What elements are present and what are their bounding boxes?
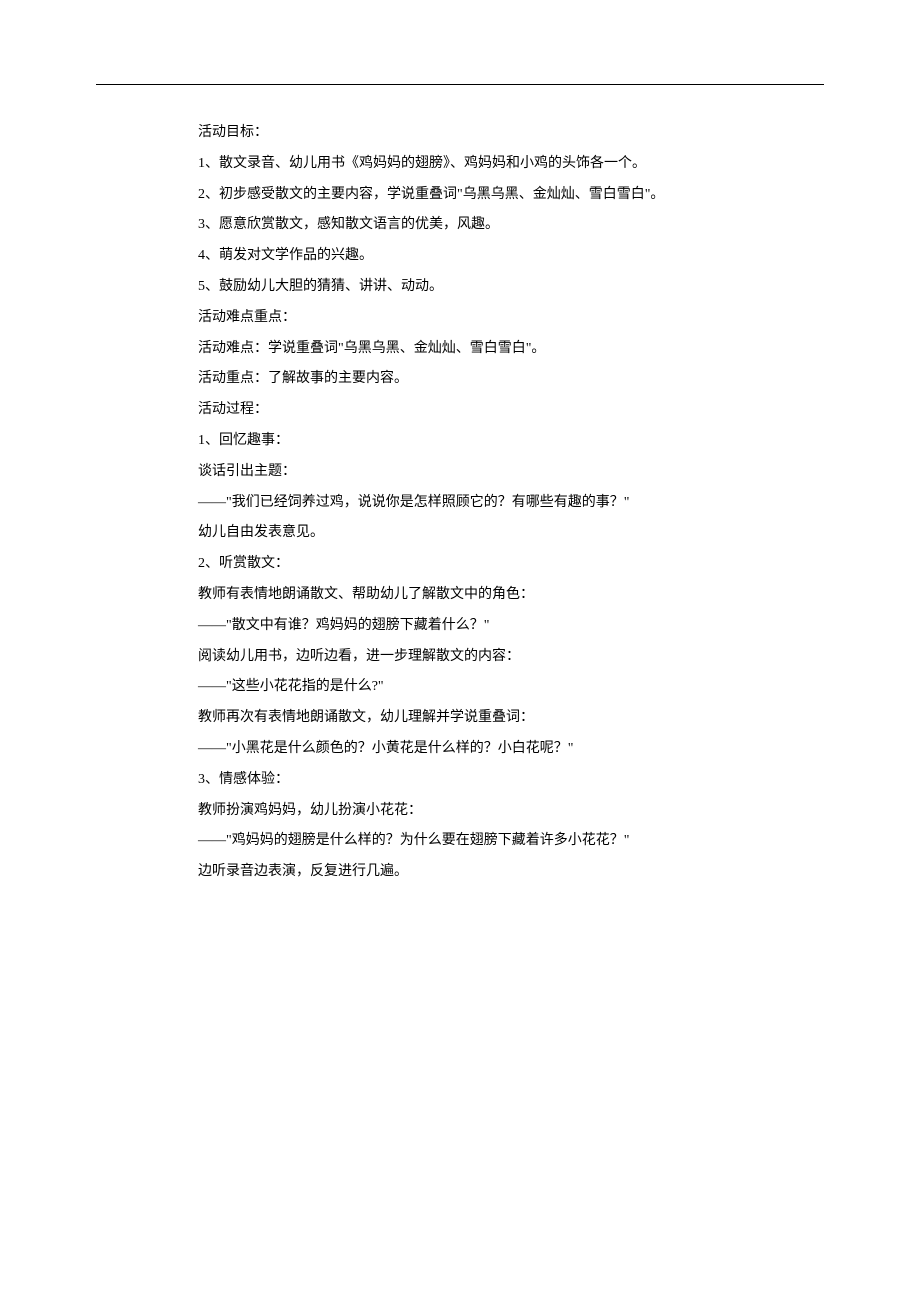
text-line: ——"散文中有谁？鸡妈妈的翅膀下藏着什么？"	[170, 611, 780, 642]
text-line: 1、散文录音、幼儿用书《鸡妈妈的翅膀》、鸡妈妈和小鸡的头饰各一个。	[170, 149, 780, 180]
text-line: 谈话引出主题：	[170, 457, 780, 488]
horizontal-rule	[96, 84, 824, 85]
text-line: 4、萌发对文学作品的兴趣。	[170, 241, 780, 272]
text-line: 阅读幼儿用书，边听边看，进一步理解散文的内容：	[170, 642, 780, 673]
text-line: ——"小黑花是什么颜色的？小黄花是什么样的？小白花呢？"	[170, 734, 780, 765]
text-line: 2、听赏散文：	[170, 549, 780, 580]
text-line: 活动过程：	[170, 395, 780, 426]
text-line: 1、回忆趣事：	[170, 426, 780, 457]
text-line: 活动难点重点：	[170, 303, 780, 334]
text-line: 幼儿自由发表意见。	[170, 518, 780, 549]
text-line: ——"鸡妈妈的翅膀是什么样的？为什么要在翅膀下藏着许多小花花？"	[170, 826, 780, 857]
text-line: 教师有表情地朗诵散文、帮助幼儿了解散文中的角色：	[170, 580, 780, 611]
text-line: 教师扮演鸡妈妈，幼儿扮演小花花：	[170, 796, 780, 827]
text-line: 活动难点：学说重叠词"乌黑乌黑、金灿灿、雪白雪白"。	[170, 334, 780, 365]
text-line: 5、鼓励幼儿大胆的猜猜、讲讲、动动。	[170, 272, 780, 303]
text-line: 3、愿意欣赏散文，感知散文语言的优美，风趣。	[170, 210, 780, 241]
document-body: 活动目标： 1、散文录音、幼儿用书《鸡妈妈的翅膀》、鸡妈妈和小鸡的头饰各一个。 …	[170, 118, 780, 888]
text-line: 教师再次有表情地朗诵散文，幼儿理解并学说重叠词：	[170, 703, 780, 734]
text-line: ——"我们已经饲养过鸡，说说你是怎样照顾它的？有哪些有趣的事？"	[170, 488, 780, 519]
text-line: ——"这些小花花指的是什么?"	[170, 672, 780, 703]
text-line: 2、初步感受散文的主要内容，学说重叠词"乌黑乌黑、金灿灿、雪白雪白"。	[170, 180, 780, 211]
text-line: 活动目标：	[170, 118, 780, 149]
text-line: 边听录音边表演，反复进行几遍。	[170, 857, 780, 888]
text-line: 3、情感体验：	[170, 765, 780, 796]
text-line: 活动重点：了解故事的主要内容。	[170, 364, 780, 395]
